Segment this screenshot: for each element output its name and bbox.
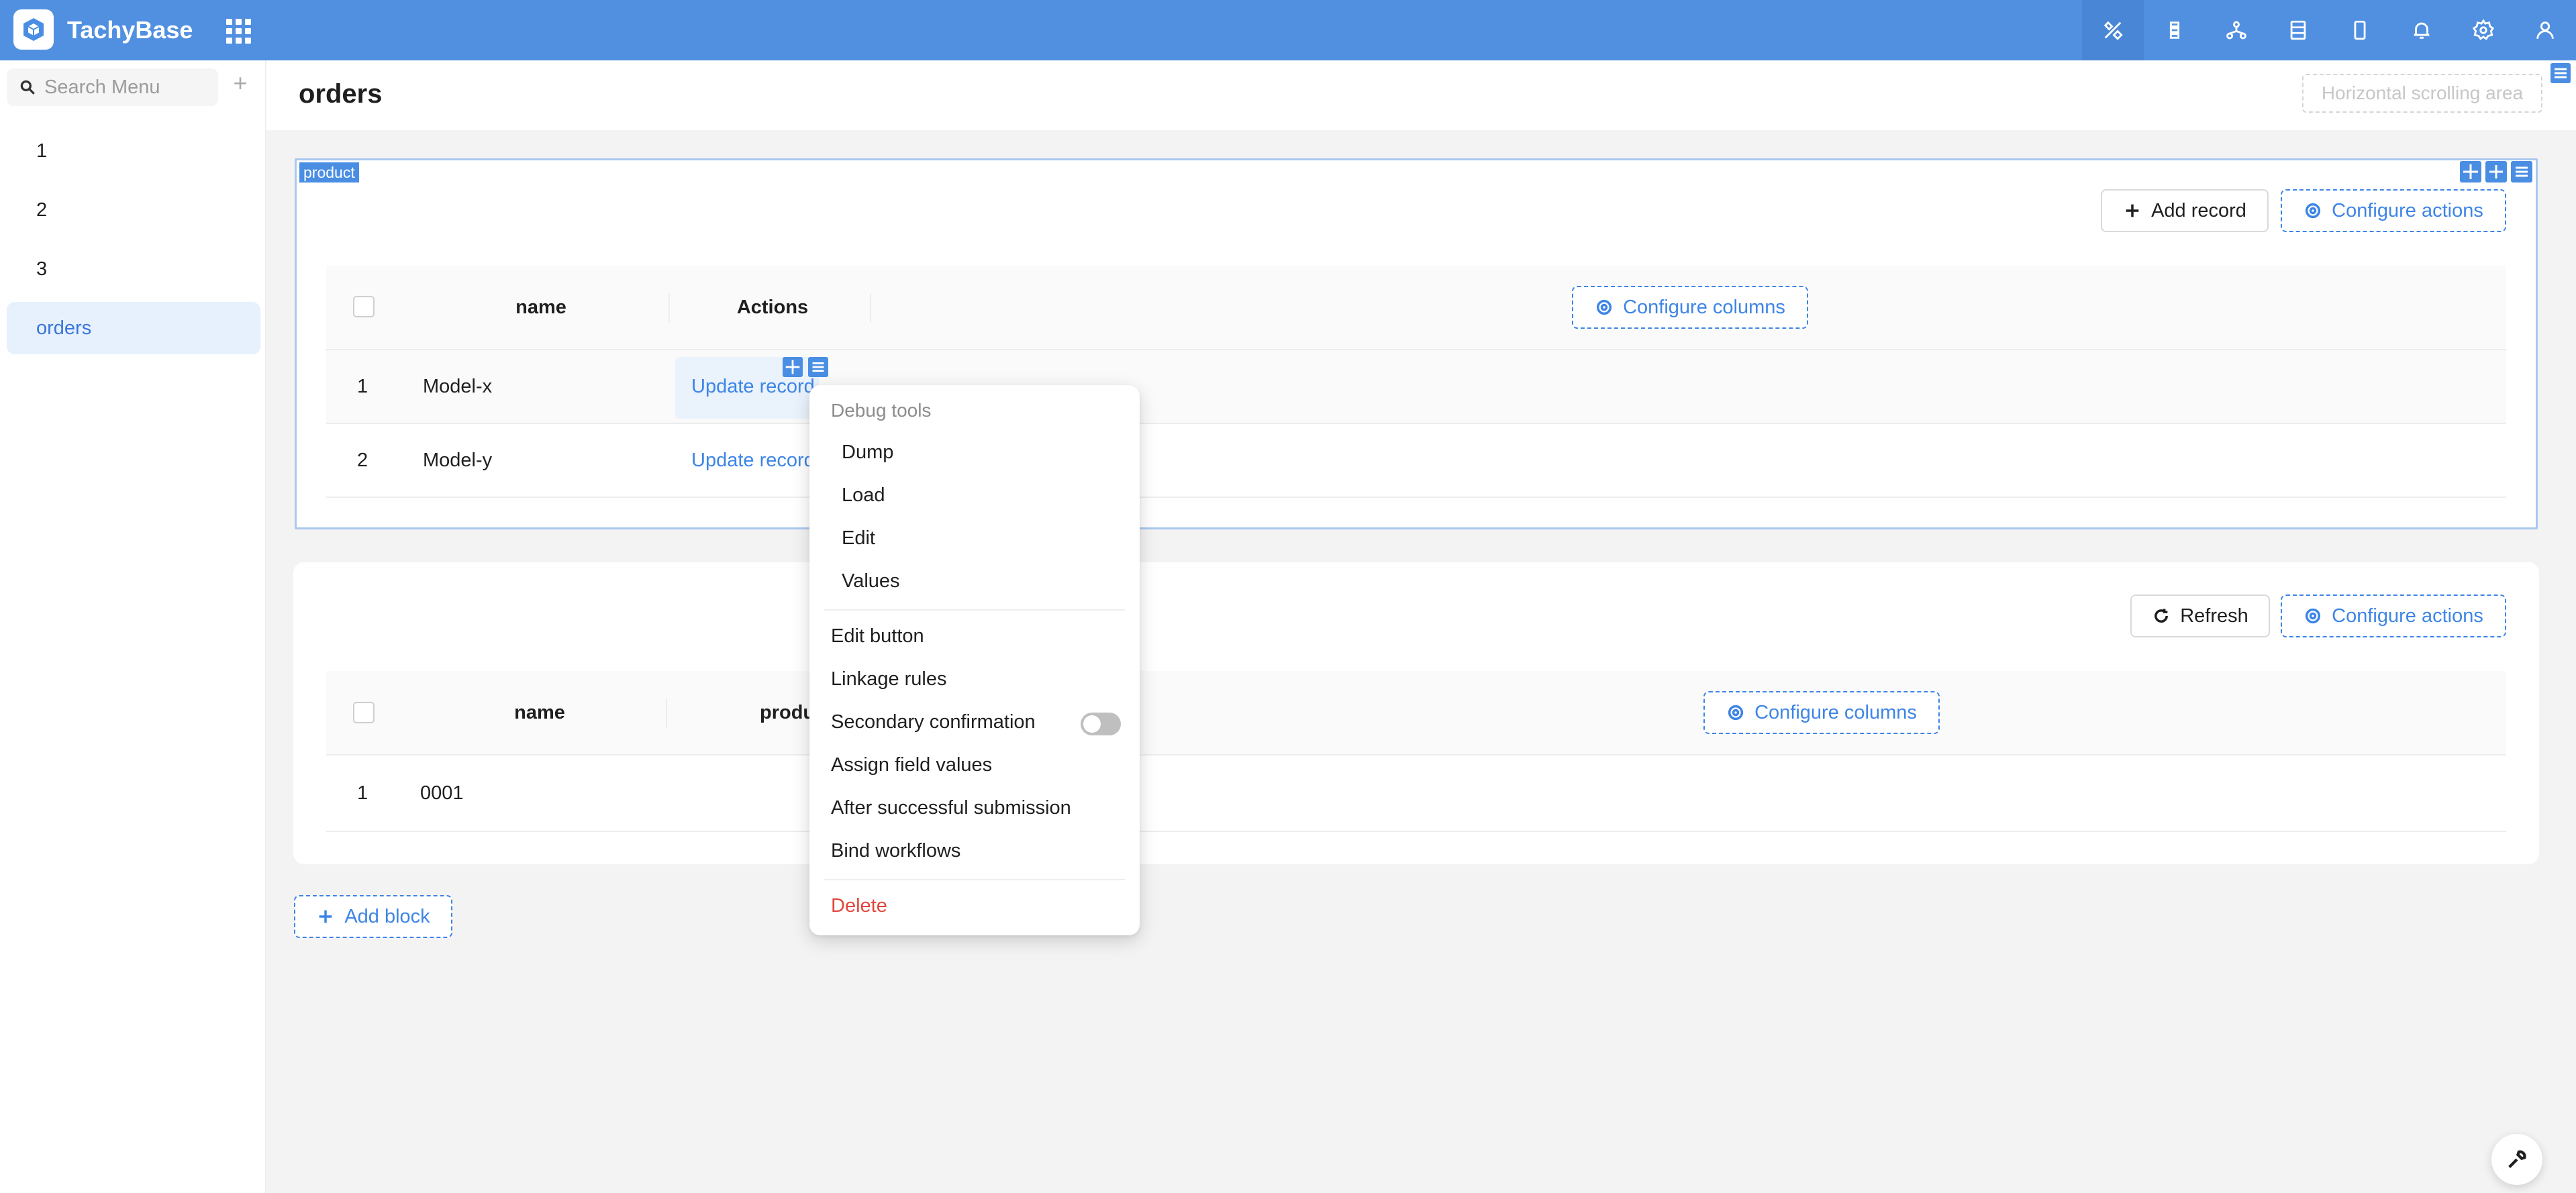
gear-icon bbox=[1728, 705, 1744, 721]
column-divider bbox=[668, 293, 670, 323]
app-logo[interactable] bbox=[13, 9, 54, 50]
menu-item-assign-field-values[interactable]: Assign field values bbox=[831, 754, 992, 776]
mobile-icon[interactable] bbox=[2329, 0, 2391, 60]
debug-tools-group-title: Debug tools bbox=[831, 400, 932, 421]
sidebar-item-3[interactable]: 3 bbox=[7, 243, 260, 295]
cube-logo-icon bbox=[23, 18, 44, 41]
horizontal-scrolling-area[interactable]: Horizontal scrolling area bbox=[2302, 74, 2542, 113]
column-divider bbox=[870, 293, 871, 323]
secondary-confirmation-toggle[interactable] bbox=[1081, 713, 1121, 735]
column-header-name: name bbox=[515, 297, 566, 318]
menu-item-edit[interactable]: Edit bbox=[842, 527, 875, 550]
data-source-icon[interactable] bbox=[2267, 0, 2329, 60]
search-menu bbox=[7, 68, 218, 106]
row-index: 2 bbox=[357, 450, 368, 471]
row-name: Model-y bbox=[423, 450, 493, 471]
select-all-checkbox[interactable] bbox=[353, 702, 375, 723]
menu-item-secondary-confirmation[interactable]: Secondary confirmation bbox=[831, 711, 1036, 733]
configure-actions-button[interactable]: Configure actions bbox=[2281, 189, 2506, 232]
workflow-icon[interactable] bbox=[2206, 0, 2267, 60]
table-row[interactable]: 2 Model-y Update record bbox=[326, 424, 2506, 498]
menu-item-edit-button[interactable]: Edit button bbox=[831, 625, 924, 647]
add-record-button[interactable]: Add record bbox=[2101, 189, 2269, 232]
drag-block-icon[interactable] bbox=[2460, 161, 2481, 183]
menu-item-linkage-rules[interactable]: Linkage rules bbox=[831, 668, 947, 690]
configure-columns-button[interactable]: Configure columns bbox=[1703, 691, 1940, 734]
bell-icon[interactable] bbox=[2391, 0, 2453, 60]
design-mode-button[interactable] bbox=[2491, 1134, 2542, 1185]
page-header: orders bbox=[266, 60, 2576, 130]
select-all-checkbox[interactable] bbox=[353, 296, 375, 317]
top-bar: TachyBase bbox=[0, 0, 2576, 60]
user-icon[interactable] bbox=[2514, 0, 2576, 60]
column-header-name: name bbox=[514, 702, 565, 723]
menu-item-load[interactable]: Load bbox=[842, 484, 885, 507]
ui-editor-icon[interactable] bbox=[2082, 0, 2144, 60]
table-header: name Actions Configure columns bbox=[326, 266, 2506, 350]
update-record-link[interactable]: Update record bbox=[691, 376, 815, 398]
menu-item-values[interactable]: Values bbox=[842, 570, 900, 592]
app-name: TachyBase bbox=[67, 16, 193, 44]
apps-grid-icon[interactable] bbox=[224, 17, 251, 44]
menu-divider bbox=[824, 879, 1125, 880]
gear-icon bbox=[2306, 608, 2321, 624]
search-icon bbox=[20, 80, 35, 95]
table-row[interactable]: 1 Model-x Update record bbox=[326, 350, 2506, 424]
action-settings-dropdown: Debug tools Dump Load Edit Values Edit b… bbox=[809, 385, 1140, 935]
block-tag: product bbox=[299, 162, 359, 183]
sidebar-item-orders[interactable]: orders bbox=[7, 302, 260, 354]
wrench-icon bbox=[2508, 1150, 2526, 1168]
drag-action-icon[interactable] bbox=[783, 357, 803, 377]
row-name: 0001 bbox=[420, 782, 464, 804]
menu-item-after-submission[interactable]: After successful submission bbox=[831, 797, 1071, 819]
sidebar: + 1 2 3 orders bbox=[0, 60, 266, 1193]
menu-item-bind-workflows[interactable]: Bind workflows bbox=[831, 840, 960, 862]
page-settings-menu-icon[interactable] bbox=[2550, 63, 2571, 83]
column-header-actions: Actions bbox=[736, 297, 809, 318]
sidebar-item-1[interactable]: 1 bbox=[7, 125, 260, 177]
sidebar-item-2[interactable]: 2 bbox=[7, 184, 260, 236]
menu-item-dump[interactable]: Dump bbox=[842, 442, 893, 464]
row-index: 1 bbox=[357, 782, 368, 804]
block-menu-icon[interactable] bbox=[2511, 161, 2532, 183]
gear-icon[interactable] bbox=[2453, 0, 2514, 60]
top-toolbar bbox=[2082, 0, 2576, 60]
plugin-manager-icon[interactable] bbox=[2144, 0, 2206, 60]
add-menu-item-button[interactable]: + bbox=[228, 71, 252, 95]
plus-icon bbox=[2126, 204, 2139, 217]
table-row[interactable]: 1 0001 bbox=[326, 756, 2506, 832]
menu-divider bbox=[824, 609, 1125, 611]
page-title: orders bbox=[299, 79, 383, 109]
gear-icon bbox=[2306, 203, 2321, 219]
action-menu-icon[interactable] bbox=[808, 357, 828, 377]
search-input[interactable] bbox=[44, 76, 212, 99]
table-header: name produ Configure columns bbox=[326, 671, 2506, 756]
row-name: Model-x bbox=[423, 376, 493, 397]
add-block-button[interactable]: Add block bbox=[294, 895, 452, 938]
menu-item-delete[interactable]: Delete bbox=[831, 895, 887, 917]
plus-icon bbox=[319, 910, 332, 923]
add-block-icon[interactable] bbox=[2485, 161, 2507, 183]
column-divider bbox=[666, 698, 667, 728]
configure-columns-button[interactable]: Configure columns bbox=[1572, 286, 1808, 329]
gear-icon bbox=[1597, 299, 1612, 315]
row-index: 1 bbox=[357, 376, 368, 397]
configure-actions-button[interactable]: Configure actions bbox=[2281, 594, 2506, 637]
update-record-link[interactable]: Update record bbox=[691, 450, 815, 472]
refresh-icon bbox=[2154, 609, 2169, 623]
refresh-button[interactable]: Refresh bbox=[2130, 594, 2270, 637]
